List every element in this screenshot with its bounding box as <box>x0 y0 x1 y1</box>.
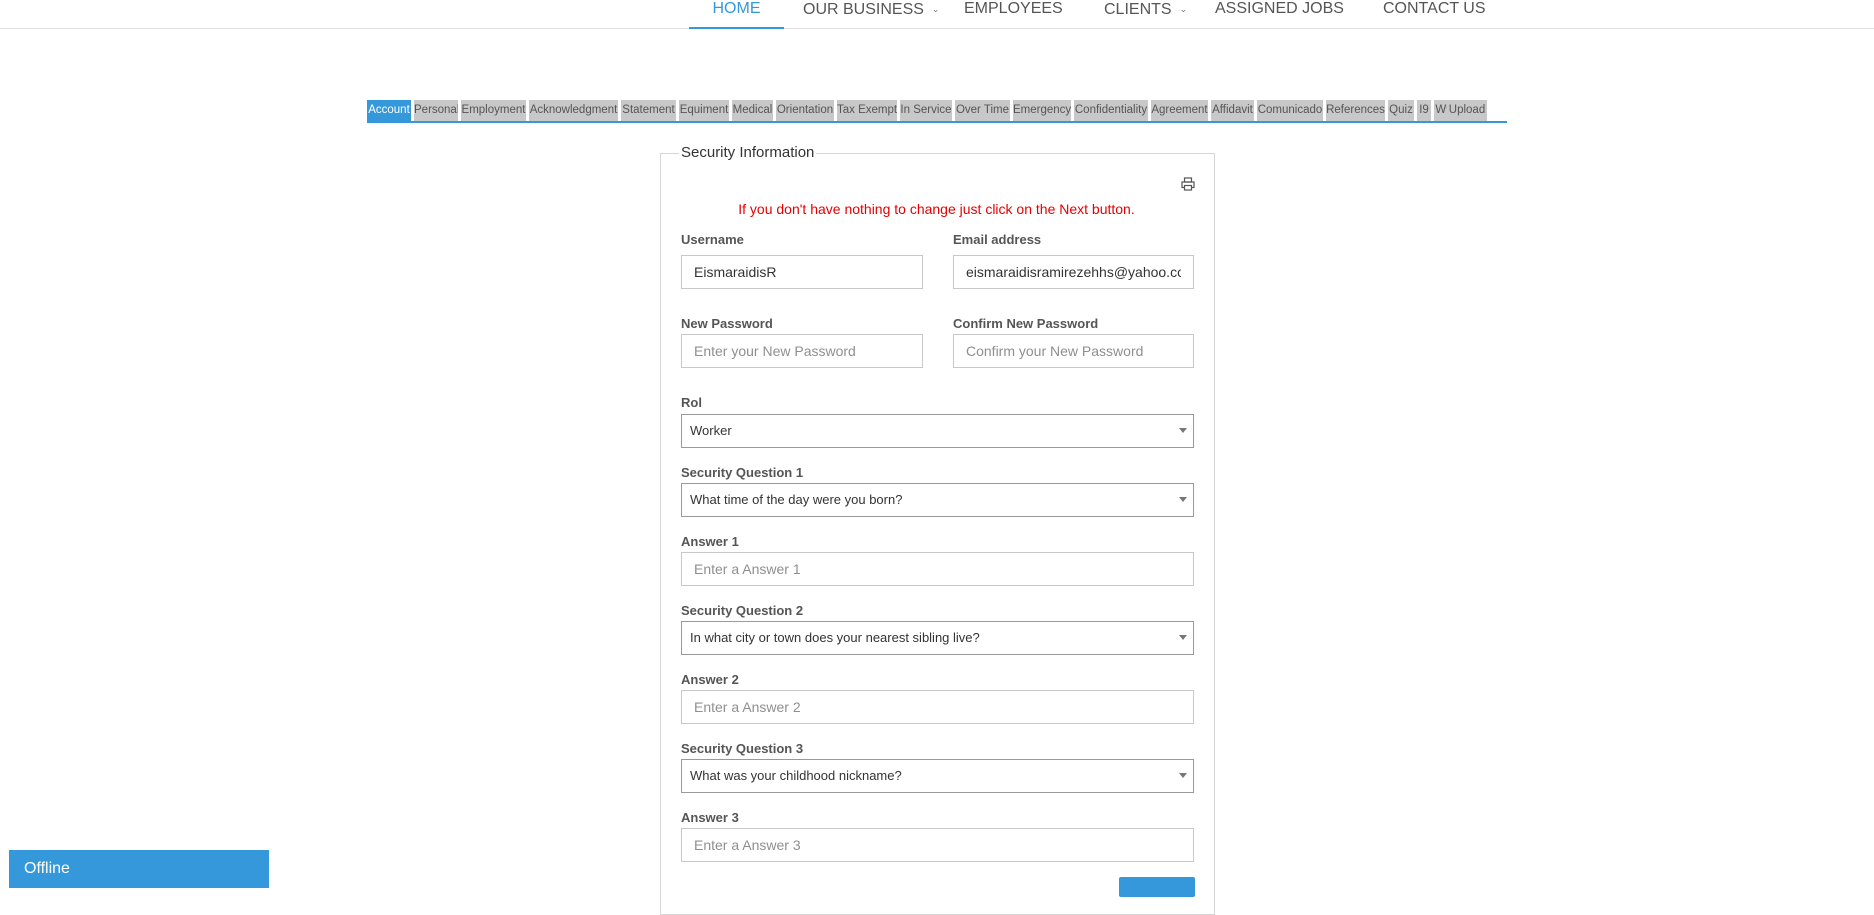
rol-select[interactable]: Worker <box>681 414 1194 448</box>
security-question-2-label: Security Question 2 <box>681 603 804 618</box>
rol-label: Rol <box>681 395 702 410</box>
security-question-3-label: Security Question 3 <box>681 741 804 756</box>
answer-1-input[interactable] <box>681 552 1194 586</box>
tab-tax-exempt[interactable]: Tax Exempt <box>837 100 897 121</box>
security-question-3-value: What was your childhood nickname? <box>690 768 902 783</box>
tab-acknowledgment[interactable]: Acknowledgment <box>529 100 618 121</box>
nav-our-business[interactable]: OUR BUSINESS ⌄ <box>803 0 939 28</box>
form-tab-bar: Account Personal Employment Acknowledgme… <box>367 100 1507 123</box>
tab-in-service[interactable]: In Service <box>900 100 952 121</box>
security-question-2-value: In what city or town does your nearest s… <box>690 630 980 645</box>
username-input[interactable] <box>681 255 923 289</box>
dropdown-arrow-icon <box>1179 773 1187 778</box>
nav-home[interactable]: HOME <box>689 0 784 29</box>
tab-affidavit[interactable]: Affidavit <box>1211 100 1254 121</box>
username-label: Username <box>681 232 744 247</box>
security-question-2-select[interactable]: In what city or town does your nearest s… <box>681 621 1194 655</box>
nav-clients-label: CLIENTS <box>1104 1 1172 18</box>
chevron-down-icon: ⌄ <box>931 4 940 14</box>
new-password-input[interactable] <box>681 334 923 368</box>
offline-chat-widget[interactable]: Offline <box>9 850 269 888</box>
answer-1-label: Answer 1 <box>681 534 739 549</box>
new-password-label: New Password <box>681 316 773 331</box>
notice-message: If you don't have nothing to change just… <box>738 201 1135 217</box>
tab-employment[interactable]: Employment <box>461 100 526 121</box>
chevron-down-icon: ⌄ <box>1179 4 1188 14</box>
nav-contact-us[interactable]: CONTACT US <box>1383 0 1486 28</box>
rol-selected-value: Worker <box>690 423 732 438</box>
tab-confidentiality[interactable]: Confidentiality <box>1074 100 1148 121</box>
tab-agreement[interactable]: Agreement <box>1151 100 1208 121</box>
next-button[interactable] <box>1119 877 1195 897</box>
tab-comunicado[interactable]: Comunicado <box>1257 100 1323 121</box>
confirm-password-input[interactable] <box>953 334 1194 368</box>
tab-personal[interactable]: Personal <box>414 100 458 121</box>
answer-3-label: Answer 3 <box>681 810 739 825</box>
dropdown-arrow-icon <box>1179 428 1187 433</box>
answer-2-input[interactable] <box>681 690 1194 724</box>
dropdown-arrow-icon <box>1179 497 1187 502</box>
tab-i9[interactable]: I9 <box>1417 100 1431 121</box>
fieldset-legend: Security Information <box>679 144 817 161</box>
email-label: Email address <box>953 232 1042 247</box>
email-input[interactable] <box>953 255 1194 289</box>
tab-references[interactable]: References <box>1326 100 1385 121</box>
tab-equiment[interactable]: Equiment <box>679 100 729 121</box>
nav-assigned-jobs[interactable]: ASSIGNED JOBS <box>1215 0 1344 28</box>
tab-statement[interactable]: Statement <box>621 100 676 121</box>
tab-emergency[interactable]: Emergency <box>1013 100 1071 121</box>
security-question-1-select[interactable]: What time of the day were you born? <box>681 483 1194 517</box>
dropdown-arrow-icon <box>1179 635 1187 640</box>
answer-2-label: Answer 2 <box>681 672 739 687</box>
confirm-password-label: Confirm New Password <box>953 316 1099 331</box>
security-question-3-select[interactable]: What was your childhood nickname? <box>681 759 1194 793</box>
nav-employees[interactable]: EMPLOYEES <box>964 0 1063 28</box>
security-question-1-value: What time of the day were you born? <box>690 492 903 507</box>
top-navigation: HOME OUR BUSINESS ⌄ EMPLOYEES CLIENTS ⌄ AS… <box>0 0 1874 29</box>
tab-account[interactable]: Account <box>367 100 411 121</box>
tab-orientation[interactable]: Orientation <box>776 100 834 121</box>
tab-quiz[interactable]: Quiz <box>1388 100 1414 121</box>
nav-clients[interactable]: CLIENTS ⌄ <box>1104 0 1187 28</box>
answer-3-input[interactable] <box>681 828 1194 862</box>
nav-our-business-label: OUR BUSINESS <box>803 1 924 18</box>
tab-medical[interactable]: Medical <box>732 100 773 121</box>
security-question-1-label: Security Question 1 <box>681 465 804 480</box>
tab-upload[interactable]: Upload <box>1447 100 1487 121</box>
tab-over-time[interactable]: Over Time <box>955 100 1010 121</box>
print-icon[interactable] <box>1181 177 1195 191</box>
